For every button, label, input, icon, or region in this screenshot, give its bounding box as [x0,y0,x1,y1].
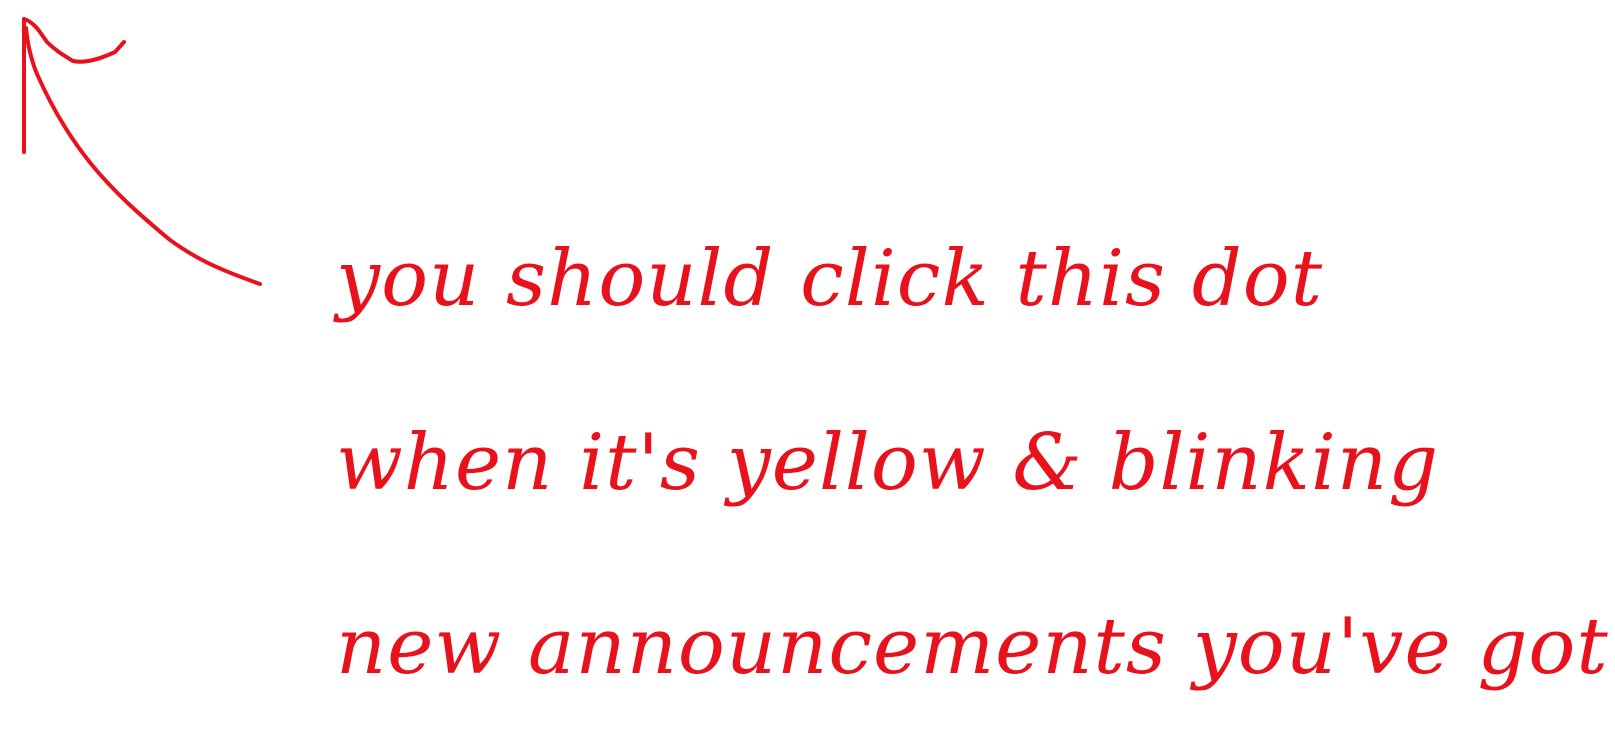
hint-line-1: you should click this dot [336,234,1324,324]
curved-arrow-up-left-icon [22,17,262,286]
hint-line-3: new announcements you've got [336,602,1609,692]
hint-line-2: when it's yellow & blinking [336,418,1440,508]
